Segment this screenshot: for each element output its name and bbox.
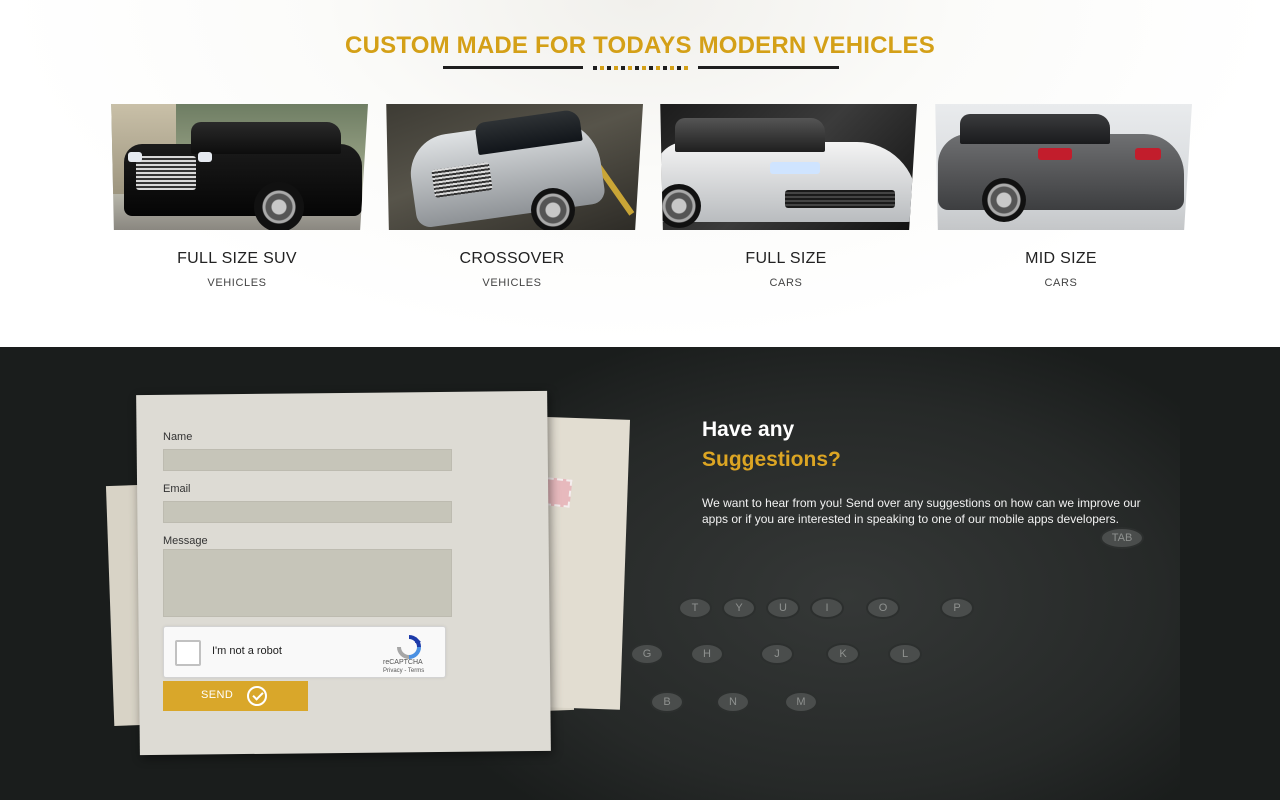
typewriter-key: J [760,643,794,665]
recaptcha-label: I'm not a robot [212,645,282,657]
typewriter-key: N [716,691,750,713]
vehicle-card-full-size[interactable]: FULL SIZE CARS [655,104,917,289]
vehicle-card-full-size-suv[interactable]: FULL SIZE SUV VEHICLES [106,104,368,289]
typewriter-key: P [940,597,974,619]
typewriter-key: M [784,691,818,713]
section-headline: CUSTOM MADE FOR TODAYS MODERN VEHICLES [345,32,935,59]
card-title: FULL SIZE SUV [177,250,297,267]
email-field[interactable] [163,501,452,523]
name-label: Name [163,431,193,443]
crossover-image[interactable] [386,104,643,230]
recaptcha-logo-icon [397,635,421,659]
contact-description: We want to hear from you! Send over any … [702,496,1141,526]
recaptcha-terms-link[interactable]: Privacy - Terms [383,668,424,674]
vehicle-card-crossover[interactable]: CROSSOVER VEHICLES [381,104,643,289]
vehicle-card-mid-size[interactable]: MID SIZE CARS [930,104,1192,289]
send-button-label: SEND [201,689,234,701]
typewriter-key: I [810,597,844,619]
card-subtitle: VEHICLES [482,277,542,289]
full-size-car-image[interactable] [660,104,917,230]
typewriter-key: B [650,691,684,713]
headline-divider [443,64,839,72]
email-label: Email [163,483,191,495]
send-button[interactable]: SEND [163,681,308,711]
vehicle-cards: FULL SIZE SUV VEHICLES CROSSOVER VEHICLE… [0,104,1280,304]
typewriter-key: T [678,597,712,619]
recaptcha-checkbox[interactable] [175,640,201,666]
message-label: Message [163,535,208,547]
typewriter-key: K [826,643,860,665]
vehicle-categories-section: CUSTOM MADE FOR TODAYS MODERN VEHICLES F… [0,0,1280,347]
typewriter-key-tab: TAB [1100,527,1144,549]
typewriter-key: U [766,597,800,619]
card-title: FULL SIZE [745,250,827,267]
card-title: MID SIZE [1025,250,1097,267]
typewriter-key: G [630,643,664,665]
typewriter-key: Y [722,597,756,619]
typewriter-key: O [866,597,900,619]
recaptcha-widget: I'm not a robot reCAPTCHA Privacy - Term… [163,626,446,678]
card-title: CROSSOVER [459,250,565,267]
card-subtitle: CARS [1044,277,1078,289]
name-field[interactable] [163,449,452,471]
typewriter-key: L [888,643,922,665]
card-subtitle: CARS [769,277,803,289]
recaptcha-brand: reCAPTCHA [383,659,423,666]
check-circle-icon [247,686,267,706]
contact-heading-line1: Have any [702,418,795,441]
message-field[interactable] [163,549,452,617]
contact-heading-line2: Suggestions? [702,448,841,471]
card-subtitle: VEHICLES [207,277,267,289]
suv-image[interactable] [111,104,368,230]
typewriter-key: H [690,643,724,665]
mid-size-car-image[interactable] [935,104,1192,230]
